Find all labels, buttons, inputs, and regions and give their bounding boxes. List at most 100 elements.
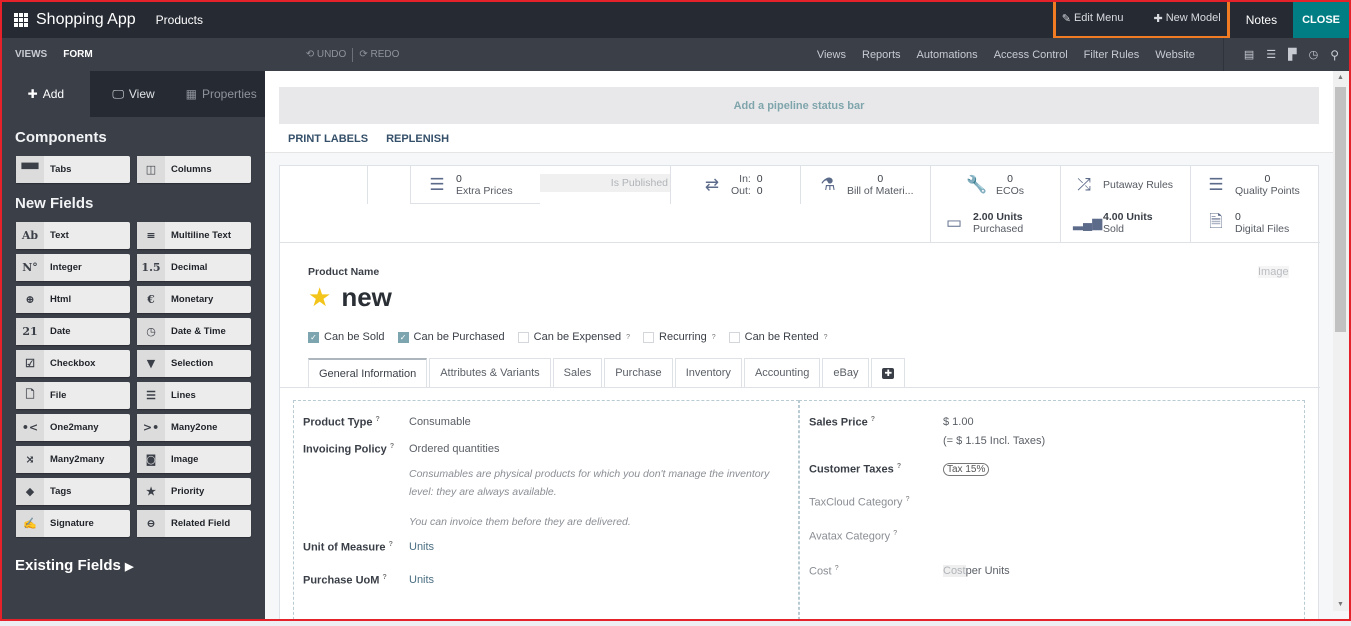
search-icon[interactable]: ⚲ (1330, 48, 1339, 62)
bom-button[interactable]: ⚗ 0 Bill of Materi... (800, 166, 930, 204)
help-tooltip-icon[interactable]: ? (712, 334, 716, 341)
in-out-button[interactable]: ⇄ In: 0 Out: 0 (670, 166, 800, 204)
tab-purchase[interactable]: Purchase (604, 358, 673, 387)
tab-inventory[interactable]: Inventory (674, 358, 742, 387)
extra-prices-button[interactable]: ☰ 0 Extra Prices (410, 166, 540, 204)
app-name[interactable]: Shopping App (36, 11, 136, 29)
tab-properties[interactable]: ▦ Properties (177, 71, 266, 117)
field-priority-button[interactable]: ★ Priority (137, 478, 251, 505)
breadcrumb-products[interactable]: Products (156, 13, 203, 27)
menu-views[interactable]: Views (817, 49, 846, 61)
checkbox-can-be-rented[interactable]: Can be Rented? (728, 331, 828, 343)
purchase-uom-value[interactable]: Units (409, 574, 434, 587)
undo-button[interactable]: ⟲ UNDO (306, 49, 347, 60)
field-columns-button[interactable]: ◫ Columns (137, 156, 251, 183)
smart-button-empty[interactable] (280, 166, 368, 204)
field-checkbox-button[interactable]: ☑ Checkbox (16, 350, 130, 377)
scroll-up-icon[interactable]: ▲ (1337, 74, 1344, 81)
tax-tag[interactable]: Tax 15% (943, 462, 990, 476)
unchecked-box-icon[interactable] (643, 331, 655, 343)
menu-access-control[interactable]: Access Control (994, 49, 1068, 61)
putaway-rules-button[interactable]: ⤮ Putaway Rules (1061, 166, 1190, 204)
dashboard-icon[interactable]: ▛ (1288, 48, 1296, 61)
field-label: Many2many (50, 454, 105, 465)
field-selection-button[interactable]: ▼ Selection (137, 350, 251, 377)
tab-attributes-variants[interactable]: Attributes & Variants (429, 358, 551, 387)
tab-sales[interactable]: Sales (552, 358, 603, 387)
existing-fields-toggle[interactable]: Existing Fields ▶ (15, 557, 265, 574)
tab-ebay[interactable]: eBay (822, 358, 870, 387)
field-text-button[interactable]: Ab Text (16, 222, 130, 249)
add-tab-button[interactable]: ✚ (871, 358, 905, 387)
checkbox-can-be-purchased[interactable]: ✓ Can be Purchased (397, 331, 505, 343)
tab-general-information[interactable]: General Information (308, 358, 428, 387)
unchecked-box-icon[interactable] (728, 331, 740, 343)
scrollbar-thumb[interactable] (1335, 87, 1346, 332)
checkbox-can-be-sold[interactable]: ✓ Can be Sold (308, 331, 385, 343)
redo-button[interactable]: ⟳ REDO (359, 49, 399, 60)
is-published-toggle[interactable]: Is Published (540, 174, 670, 192)
tab-view[interactable]: 🖵 View (89, 71, 178, 117)
views-breadcrumb[interactable]: VIEWS (15, 49, 47, 60)
favorite-star-icon[interactable]: ★ (308, 282, 331, 313)
ecos-button[interactable]: 🔧 0 ECOs (931, 166, 1060, 204)
tab-accounting[interactable]: Accounting (743, 358, 821, 387)
unchecked-box-icon[interactable] (517, 331, 529, 343)
notes-button[interactable]: Notes (1230, 13, 1293, 27)
menu-automations[interactable]: Automations (917, 49, 978, 61)
kanban-card-icon[interactable]: ▤ (1244, 48, 1254, 61)
checkbox-recurring[interactable]: Recurring? (643, 331, 716, 343)
field-signature-button[interactable]: ✍ Signature (16, 510, 130, 537)
field-image-button[interactable]: ◙ Image (137, 446, 251, 473)
field-tags-button[interactable]: ◆ Tags (16, 478, 130, 505)
replenish-button[interactable]: REPLENISH (386, 133, 449, 145)
field-monetary-button[interactable]: € Monetary (137, 286, 251, 313)
field-multiline-text-button[interactable]: ≡ Multiline Text (137, 222, 251, 249)
vertical-scrollbar[interactable]: ▲ ▼ (1333, 71, 1349, 611)
field-one2many-button[interactable]: •< One2many (16, 414, 130, 441)
field-tabs-button[interactable]: ▀▀ Tabs (16, 156, 130, 183)
close-button[interactable]: CLOSE (1293, 2, 1349, 38)
scroll-down-icon[interactable]: ▼ (1337, 601, 1344, 608)
field-related-field-button[interactable]: ⊖ Related Field (137, 510, 251, 537)
field-decimal-button[interactable]: 1.5 Decimal (137, 254, 251, 281)
purchased-button[interactable]: ▭ 2.00 Units Purchased (931, 204, 1060, 242)
field-lines-button[interactable]: ☰ Lines (137, 382, 251, 409)
menu-website[interactable]: Website (1155, 49, 1195, 61)
field-file-button[interactable]: 🗋 File (16, 382, 130, 409)
invoicing-policy-value[interactable]: Ordered quantities (409, 443, 500, 456)
field-html-button[interactable]: ⊕ Html (16, 286, 130, 313)
field-date-button[interactable]: 21 Date (16, 318, 130, 345)
field-many2many-button[interactable]: ⤨ Many2many (16, 446, 130, 473)
checked-box-icon[interactable]: ✓ (397, 331, 409, 343)
menu-reports[interactable]: Reports (862, 49, 901, 61)
apps-grid-icon[interactable] (14, 13, 28, 27)
unit-of-measure-value[interactable]: Units (409, 541, 434, 554)
out-label: Out: (731, 185, 751, 197)
quality-points-button[interactable]: ☰ 0 Quality Points (1191, 166, 1320, 204)
field-many2one-button[interactable]: >• Many2one (137, 414, 251, 441)
print-labels-button[interactable]: PRINT LABELS (288, 133, 368, 145)
edit-menu-button[interactable]: ✎ Edit Menu (1062, 12, 1124, 25)
help-tooltip-icon[interactable]: ? (626, 334, 630, 341)
right-field-group[interactable]: Sales Price ? $ 1.00 (= $ 1.15 Incl. Taxe… (799, 400, 1305, 619)
field-date-time-button[interactable]: ◷ Date & Time (137, 318, 251, 345)
product-name-field[interactable]: new (341, 282, 392, 313)
help-tooltip-icon[interactable]: ? (824, 334, 828, 341)
sales-price-value[interactable]: $ 1.00 (943, 416, 974, 429)
cost-field[interactable]: Costper Units (943, 564, 1010, 578)
menu-filter-rules[interactable]: Filter Rules (1084, 49, 1140, 61)
digital-files-button[interactable]: 🗎 0 Digital Files (1191, 204, 1320, 242)
image-placeholder[interactable]: Image (1258, 266, 1289, 278)
left-field-group[interactable]: Product Type ? Consumable Invoicing Polic… (293, 400, 799, 619)
checked-box-icon[interactable]: ✓ (308, 331, 319, 343)
checkbox-can-be-expensed[interactable]: Can be Expensed? (517, 331, 630, 343)
field-integer-button[interactable]: N° Integer (16, 254, 130, 281)
new-model-button[interactable]: ✚ New Model (1153, 12, 1220, 25)
product-type-value[interactable]: Consumable (409, 416, 471, 429)
tab-add[interactable]: ✚ Add (2, 71, 90, 117)
sold-button[interactable]: ▂▄▆ 4.00 Units Sold (1061, 204, 1190, 242)
list-icon[interactable]: ☰ (1266, 48, 1276, 61)
clock-icon[interactable]: ◷ (1309, 48, 1319, 61)
add-pipeline-status-bar[interactable]: Add a pipeline status bar (279, 87, 1319, 124)
